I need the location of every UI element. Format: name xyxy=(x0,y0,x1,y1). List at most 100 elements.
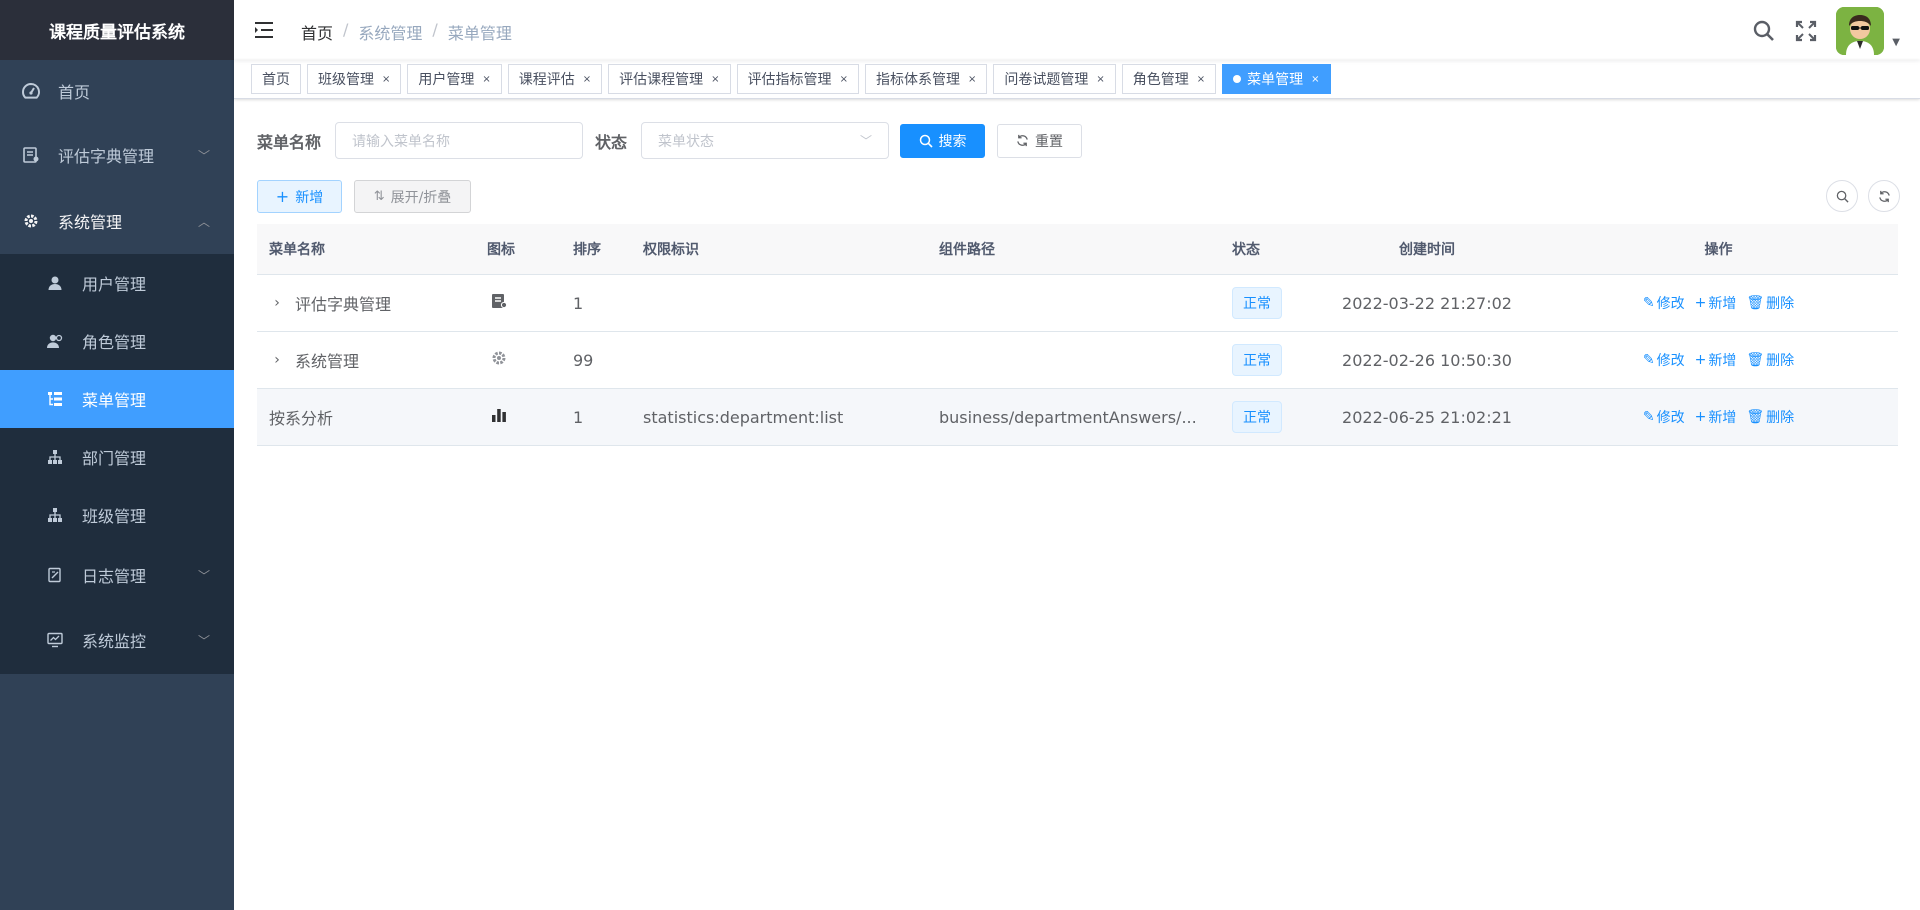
close-icon[interactable]: × xyxy=(1197,74,1205,85)
tag-4[interactable]: 评估课程管理 × xyxy=(608,64,731,94)
sidebar-item-label: 系统监控 xyxy=(82,632,147,651)
tag-1[interactable]: 班级管理 × xyxy=(307,64,402,94)
sidebar-item-menu[interactable]: 菜单管理 xyxy=(0,370,234,428)
delete-label: 删除 xyxy=(1766,296,1795,312)
status-select[interactable]: 菜单状态 ﹀ xyxy=(641,122,890,159)
close-icon[interactable]: × xyxy=(840,74,848,85)
delete-button[interactable]: 🗑 删除 xyxy=(1746,407,1794,427)
tree-icon xyxy=(46,506,64,524)
close-icon[interactable]: × xyxy=(382,74,390,85)
sidebar-item-monitor[interactable]: 系统监控 ﹀ xyxy=(0,606,234,674)
avatar[interactable] xyxy=(1836,7,1885,55)
chevron-down-icon: ﹀ xyxy=(860,134,873,148)
tag-9[interactable]: 菜单管理 × xyxy=(1222,64,1331,94)
monitor-icon xyxy=(46,631,64,649)
refresh-icon xyxy=(1017,134,1028,147)
close-icon[interactable]: × xyxy=(711,74,719,85)
path-value: business/departmentAnswers/... xyxy=(939,407,1197,427)
edit-button[interactable]: ✎ 修改 xyxy=(1643,407,1685,427)
tag-3[interactable]: 课程评估 × xyxy=(507,64,603,94)
plus-icon: + xyxy=(1694,409,1707,425)
close-icon[interactable]: × xyxy=(1311,74,1319,85)
sort-value: 99 xyxy=(573,350,594,370)
close-icon[interactable]: × xyxy=(583,74,591,85)
delete-button[interactable]: 🗑 删除 xyxy=(1746,293,1794,313)
table-row[interactable]: › 评估字典管理 1 正常 2022-03-22 21:27:02 ✎ 修改 +… xyxy=(257,275,1898,332)
fullscreen-icon[interactable] xyxy=(1794,19,1818,43)
header-cell: 状态 xyxy=(1232,242,1260,258)
log-icon xyxy=(46,566,64,584)
header-cell: 图标 xyxy=(487,242,515,258)
search-icon[interactable] xyxy=(1752,19,1776,43)
tag-label: 角色管理 xyxy=(1132,72,1189,88)
hamburger-icon[interactable] xyxy=(254,20,274,40)
right-toolbar xyxy=(1826,180,1900,212)
sidebar-item-label: 部门管理 xyxy=(82,449,147,468)
refresh-button[interactable] xyxy=(1868,180,1900,212)
breadcrumb-home[interactable]: 首页 xyxy=(301,20,333,44)
tag-6[interactable]: 指标体系管理 × xyxy=(864,64,988,94)
status-select-placeholder: 菜单状态 xyxy=(658,133,715,150)
sort-icon: ⇅ xyxy=(373,189,385,204)
delete-button[interactable]: 🗑 删除 xyxy=(1746,350,1794,370)
edit-icon: ✎ xyxy=(1642,295,1655,311)
peoples-icon xyxy=(46,332,64,350)
close-icon[interactable]: × xyxy=(1096,74,1104,85)
sidebar-item-class[interactable]: 班级管理 xyxy=(0,486,234,544)
reset-button[interactable]: 重置 xyxy=(997,123,1083,158)
edit-icon: ✎ xyxy=(1642,352,1655,368)
menu-name: 评估字典管理 xyxy=(295,295,392,314)
edit-icon: ✎ xyxy=(1642,409,1655,425)
add-child-button[interactable]: + 新增 xyxy=(1695,407,1737,427)
sidebar-item-label: 系统管理 xyxy=(58,213,123,232)
menu-name-input[interactable]: 请输入菜单名称 xyxy=(335,122,584,159)
close-icon[interactable]: × xyxy=(482,74,490,85)
sidebar-item-label: 菜单管理 xyxy=(82,391,147,410)
tree-icon xyxy=(46,448,64,466)
app-root: 课程质量评估系统 首页 评估字典管理 ﹀ 系统管理 ︿ 用户管理 角色管理 菜单… xyxy=(0,0,1920,910)
sidebar-item-dept[interactable]: 部门管理 xyxy=(0,428,234,486)
gear-icon xyxy=(475,350,561,370)
table-row[interactable]: 按系分析 1 statistics:department:list busine… xyxy=(257,389,1898,446)
tag-7[interactable]: 问卷试题管理 × xyxy=(993,64,1116,94)
sidebar-item-home[interactable]: 首页 xyxy=(0,60,234,122)
sidebar-item-label: 评估字典管理 xyxy=(58,147,155,166)
add-button[interactable]: + 新增 xyxy=(257,180,342,213)
sidebar-item-log[interactable]: 日志管理 ﹀ xyxy=(0,544,234,606)
menu-table: 菜单名称 图标 排序 权限标识 组件路径 状态 创建时间 操作 › 评估字典管理 xyxy=(257,224,1898,446)
toggle-search-button[interactable] xyxy=(1826,180,1858,212)
tag-label: 菜单管理 xyxy=(1247,72,1304,88)
right-menu: ▼ xyxy=(1752,7,1900,55)
chevron-right-icon[interactable]: › xyxy=(269,295,285,311)
sidebar-item-system[interactable]: 系统管理 ︿ xyxy=(0,188,234,254)
user-icon xyxy=(46,274,64,292)
delete-label: 删除 xyxy=(1766,410,1795,426)
sidebar-item-role[interactable]: 角色管理 xyxy=(0,312,234,370)
tag-8[interactable]: 角色管理 × xyxy=(1121,64,1217,94)
close-icon[interactable]: × xyxy=(968,74,976,85)
table-row[interactable]: › 系统管理 99 正常 2022-02-26 10:50:30 ✎修改 + xyxy=(257,332,1898,389)
caret-down-icon[interactable]: ▼ xyxy=(1892,37,1900,48)
sidebar: 课程质量评估系统 首页 评估字典管理 ﹀ 系统管理 ︿ 用户管理 角色管理 菜单… xyxy=(0,0,234,910)
reset-button-label: 重置 xyxy=(1035,133,1064,150)
app-logo-title: 课程质量评估系统 xyxy=(0,0,234,60)
tag-0[interactable]: 首页 xyxy=(251,64,301,94)
tag-5[interactable]: 评估指标管理 × xyxy=(736,64,859,94)
chevron-right-icon[interactable]: › xyxy=(269,352,285,368)
add-button-label: 新增 xyxy=(295,189,324,206)
add-child-button[interactable]: + 新增 xyxy=(1695,293,1737,313)
dict-icon xyxy=(22,146,40,164)
tag-2[interactable]: 用户管理 × xyxy=(407,64,502,94)
search-button[interactable]: 搜索 xyxy=(900,123,986,158)
sidebar-item-dict[interactable]: 评估字典管理 ﹀ xyxy=(0,122,234,188)
expand-toggle-button[interactable]: ⇅ 展开/折叠 xyxy=(354,180,471,213)
header-cell: 权限标识 xyxy=(643,242,699,258)
add-child-button[interactable]: + 新增 xyxy=(1695,350,1737,370)
navbar: 首页 / 系统管理 / 菜单管理 ▼ xyxy=(234,0,1920,60)
status-badge: 正常 xyxy=(1232,344,1282,376)
expand-button-label: 展开/折叠 xyxy=(390,189,452,206)
edit-button[interactable]: ✎ 修改 xyxy=(1643,293,1685,313)
edit-button[interactable]: ✎ 修改 xyxy=(1643,350,1685,370)
status-cell: 正常 xyxy=(1220,401,1315,433)
sidebar-item-user[interactable]: 用户管理 xyxy=(0,254,234,312)
